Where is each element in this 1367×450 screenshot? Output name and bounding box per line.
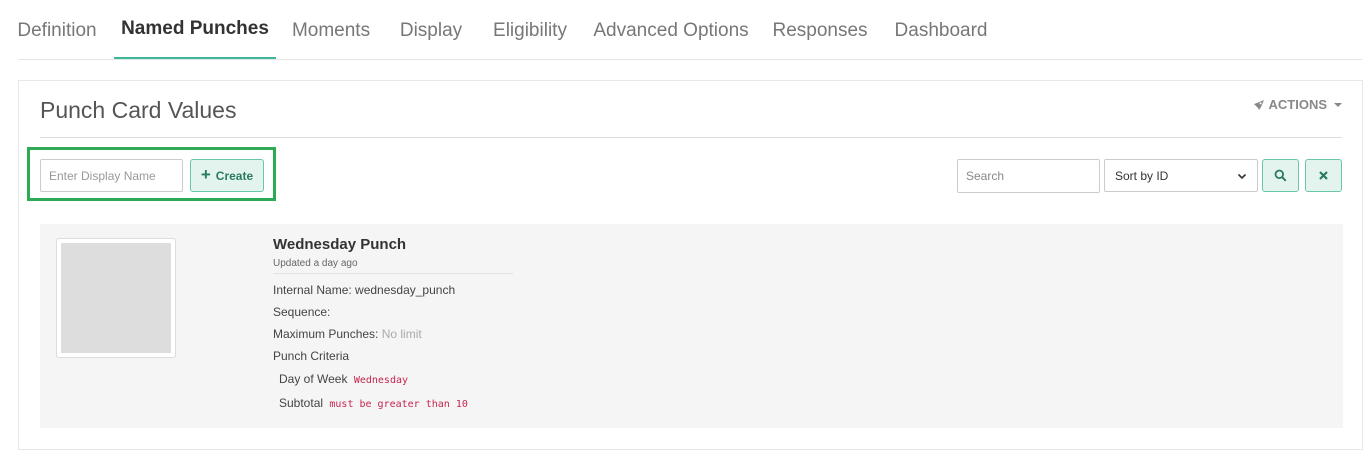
tab-bar: Definition Named Punches Moments Display… <box>17 0 1362 60</box>
tab-label: Responses <box>772 20 868 41</box>
sort-selected-value: Sort by ID <box>1115 168 1169 183</box>
tab-definition[interactable]: Definition <box>17 0 97 60</box>
sort-select[interactable]: Sort by ID <box>1104 159 1258 192</box>
tab-label: Dashboard <box>894 20 988 41</box>
image-placeholder <box>61 243 171 353</box>
actions-dropdown[interactable]: ACTIONS <box>1253 97 1342 112</box>
search-input[interactable] <box>957 159 1100 193</box>
internal-name-value: wednesday_punch <box>355 283 456 297</box>
chevron-down-icon <box>1237 173 1247 179</box>
rocket-icon <box>1253 99 1264 110</box>
criteria-field: Subtotal <box>279 396 324 410</box>
caret-down-icon <box>1334 102 1342 107</box>
divider <box>40 137 1342 138</box>
tab-display[interactable]: Display <box>400 0 462 60</box>
internal-name-label: Internal Name: <box>273 283 352 297</box>
sequence-label: Sequence: <box>273 305 331 319</box>
tab-label: Named Punches <box>121 17 269 39</box>
tab-moments[interactable]: Moments <box>292 0 370 60</box>
create-button-label: Create <box>215 168 254 183</box>
criteria-row: Subtotal must be greater than 10 <box>273 391 513 415</box>
panel-title: Punch Card Values <box>40 97 237 123</box>
create-button[interactable]: + Create <box>190 159 264 192</box>
internal-name-row: Internal Name: wednesday_punch <box>273 279 513 301</box>
punch-card-item[interactable]: Wednesday Punch Updated a day ago Intern… <box>40 224 1343 428</box>
criteria-value: Wednesday <box>353 375 409 386</box>
tab-eligibility[interactable]: Eligibility <box>492 0 568 60</box>
updated-timestamp: Updated a day ago <box>273 258 513 274</box>
criteria-value: must be greater than 10 <box>329 399 468 410</box>
close-icon <box>1319 171 1328 180</box>
tab-advanced-options[interactable]: Advanced Options <box>593 0 748 60</box>
max-punches-row: Maximum Punches: No limit <box>273 323 513 345</box>
punch-name: Wednesday Punch <box>273 236 407 253</box>
actions-label: ACTIONS <box>1268 97 1328 112</box>
punch-thumbnail <box>56 238 176 358</box>
tab-label: Moments <box>291 20 371 41</box>
tab-named-punches[interactable]: Named Punches <box>114 0 276 59</box>
criteria-field: Day of Week <box>279 372 348 386</box>
punch-card-panel: Punch Card Values ACTIONS + Create Sort … <box>18 80 1363 450</box>
display-name-input[interactable] <box>40 159 183 192</box>
max-punches-value: No limit <box>381 327 422 341</box>
tab-responses[interactable]: Responses <box>772 0 868 60</box>
tab-label: Eligibility <box>493 20 567 41</box>
max-punches-label: Maximum Punches: <box>273 327 379 341</box>
plus-icon: + <box>200 165 211 184</box>
tab-label: Advanced Options <box>593 20 749 41</box>
punch-criteria-label: Punch Criteria <box>273 349 350 363</box>
search-button[interactable] <box>1262 159 1299 192</box>
clear-button[interactable] <box>1305 159 1342 192</box>
punch-details: Wednesday Punch Updated a day ago Intern… <box>273 236 513 415</box>
tab-label: Display <box>399 20 463 41</box>
tab-dashboard[interactable]: Dashboard <box>894 0 988 60</box>
tab-label: Definition <box>17 20 97 41</box>
sequence-row: Sequence: <box>273 301 513 323</box>
criteria-row: Day of Week Wednesday <box>273 367 513 391</box>
search-icon <box>1274 169 1287 182</box>
